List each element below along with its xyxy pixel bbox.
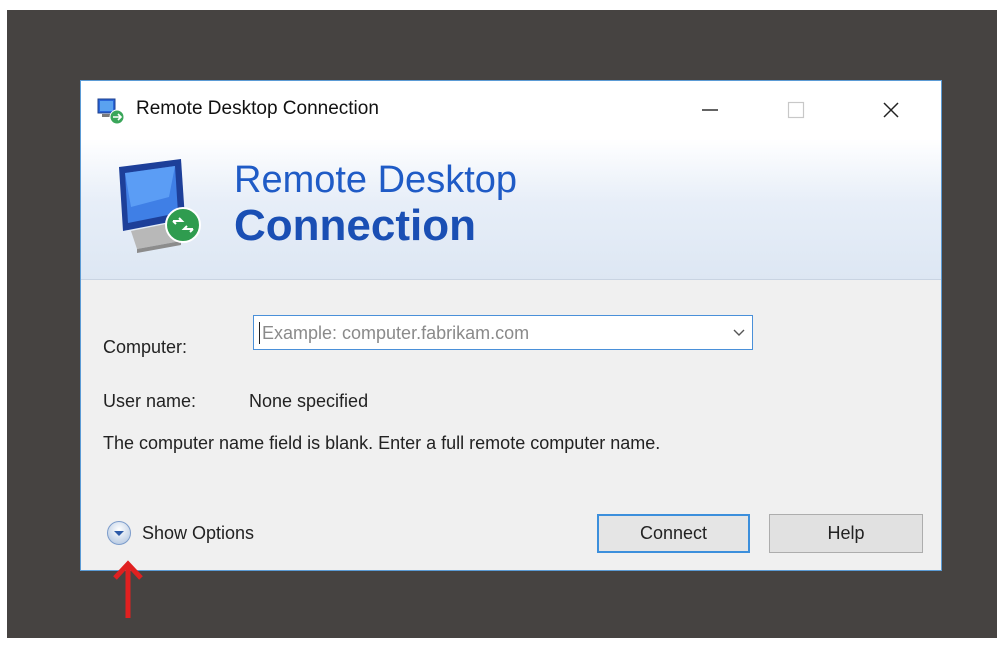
help-button[interactable]: Help bbox=[769, 514, 923, 553]
red-up-arrow-icon bbox=[113, 560, 143, 618]
info-message: The computer name field is blank. Enter … bbox=[103, 433, 661, 453]
remote-desktop-icon bbox=[97, 98, 125, 125]
header-banner: Remote Desktop Connection bbox=[81, 139, 941, 280]
computer-combobox[interactable] bbox=[253, 315, 753, 350]
maximize-button[interactable] bbox=[761, 81, 831, 139]
banner-title-line2: Connection bbox=[234, 201, 476, 250]
username-value: None specified bbox=[249, 391, 369, 411]
connect-button[interactable]: Connect bbox=[597, 514, 750, 553]
maximize-icon bbox=[787, 101, 805, 119]
minimize-icon bbox=[702, 109, 718, 111]
close-icon bbox=[883, 102, 899, 118]
rdc-dialog: Remote Desktop Connection Remote Desktop… bbox=[80, 80, 942, 571]
show-options-label: Show Options bbox=[142, 522, 255, 543]
computer-label: Computer: bbox=[103, 337, 188, 357]
text-caret bbox=[259, 322, 260, 344]
close-button[interactable] bbox=[856, 81, 926, 139]
computer-input[interactable] bbox=[260, 320, 714, 346]
show-options-toggle[interactable]: Show Options bbox=[106, 517, 254, 549]
expand-circle-icon[interactable] bbox=[106, 520, 132, 546]
monitor-connection-icon bbox=[119, 159, 201, 253]
username-label: User name: bbox=[103, 391, 197, 411]
minimize-button[interactable] bbox=[675, 81, 745, 139]
form-area: Computer: User name: None specified The … bbox=[81, 280, 941, 570]
title-bar: Remote Desktop Connection bbox=[81, 81, 941, 139]
chevron-down-icon[interactable] bbox=[732, 326, 746, 340]
window-title: Remote Desktop Connection bbox=[136, 98, 379, 119]
banner-title-line1: Remote Desktop bbox=[234, 159, 518, 201]
